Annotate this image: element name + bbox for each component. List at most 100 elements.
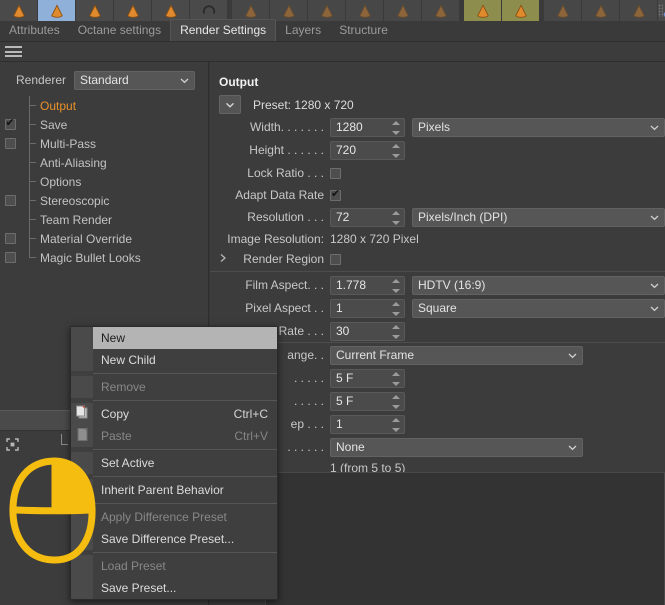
- copy-icon: [75, 405, 90, 423]
- tree-item-checkbox-cell: [0, 233, 20, 244]
- cone-tool-16[interactable]: [620, 0, 658, 21]
- menu-item-new[interactable]: New: [71, 327, 277, 349]
- pixel-aspect-preset-dropdown[interactable]: Square: [412, 298, 665, 318]
- menu-item-paste: Paste Ctrl+V: [71, 425, 277, 447]
- chevron-down-icon: [650, 304, 659, 313]
- cone-tool-6[interactable]: [232, 0, 270, 21]
- tree-item-multi-pass[interactable]: Multi-Pass: [0, 134, 209, 153]
- tree-item-label: Stereoscopic: [40, 193, 110, 208]
- pixel-aspect-stepper[interactable]: [392, 301, 400, 316]
- frame-rate-stepper[interactable]: [392, 324, 400, 339]
- menu-item-copy[interactable]: Copy Ctrl+C: [71, 403, 277, 425]
- height-stepper[interactable]: [392, 143, 400, 158]
- cone-tool-5[interactable]: [152, 0, 190, 21]
- cone-tool-9[interactable]: [346, 0, 384, 21]
- resolution-input[interactable]: 72: [330, 207, 405, 227]
- cone-tool-1[interactable]: [0, 0, 38, 21]
- cone-tool-7[interactable]: [270, 0, 308, 21]
- menu-item-label: Apply Difference Preset: [101, 510, 227, 524]
- cone-tool-15[interactable]: [582, 0, 620, 21]
- tree-item-checkbox[interactable]: [4, 233, 16, 244]
- film-aspect-stepper[interactable]: [392, 278, 400, 293]
- menu-item-save-difference-preset[interactable]: Save Difference Preset...: [71, 528, 277, 550]
- resolution-value: 72: [336, 210, 350, 224]
- resolution-unit-dropdown[interactable]: Pixels/Inch (DPI): [412, 207, 665, 227]
- film-aspect-row: Film Aspect. . . 1.778 HDTV (16:9): [210, 274, 665, 296]
- menu-item-label: Inherit Parent Behavior: [101, 483, 224, 497]
- frame-step-input[interactable]: 1: [330, 414, 405, 434]
- film-aspect-preset-dropdown[interactable]: HDTV (16:9): [412, 275, 665, 295]
- height-input[interactable]: 720: [330, 140, 405, 160]
- resolution-stepper[interactable]: [392, 210, 400, 225]
- cone-tool-8[interactable]: [308, 0, 346, 21]
- menu-item-inherit-parent-behavior[interactable]: ✓ Inherit Parent Behavior: [71, 479, 277, 501]
- cone-tool-4[interactable]: [114, 0, 152, 21]
- render-region-checkbox[interactable]: [330, 253, 341, 265]
- tab-label: Layers: [285, 23, 322, 37]
- frame-rate-input[interactable]: 30: [330, 321, 405, 341]
- film-aspect-value: 1.778: [336, 278, 367, 292]
- adapt-data-rate-checkbox[interactable]: [330, 188, 341, 201]
- hamburger-menu-icon[interactable]: [5, 46, 22, 57]
- tree-item-label: Magic Bullet Looks: [40, 250, 141, 265]
- tab-layers[interactable]: Layers: [276, 20, 330, 41]
- menu-item-set-active[interactable]: Set Active: [71, 452, 277, 474]
- frame-from-stepper[interactable]: [392, 371, 400, 386]
- tab-render-settings[interactable]: Render Settings: [170, 19, 277, 41]
- tree-item-checkbox[interactable]: [4, 117, 16, 130]
- frame-from-value: 5 F: [336, 371, 354, 385]
- width-stepper[interactable]: [392, 120, 400, 135]
- tree-item-magic-bullet-looks[interactable]: Magic Bullet Looks: [0, 248, 209, 267]
- arc-tool[interactable]: [190, 0, 228, 21]
- frame-to-input[interactable]: 5 F: [330, 391, 405, 411]
- tree-item-output[interactable]: Output: [0, 96, 209, 115]
- chevron-right-icon[interactable]: [217, 252, 229, 264]
- width-input[interactable]: 1280: [330, 117, 405, 137]
- film-aspect-input[interactable]: 1.778: [330, 275, 405, 295]
- tab-structure[interactable]: Structure: [330, 20, 397, 41]
- menu-item-load-preset: Load Preset: [71, 555, 277, 577]
- width-unit-dropdown[interactable]: Pixels: [412, 117, 665, 137]
- menu-item-gutter: [71, 349, 93, 371]
- tree-connector: [29, 229, 40, 248]
- tree-item-team-render[interactable]: Team Render: [0, 210, 209, 229]
- cone-tool-14[interactable]: [544, 0, 582, 21]
- tree-item-checkbox[interactable]: [4, 195, 16, 206]
- menu-item-label: Paste: [101, 429, 132, 443]
- tree-item-checkbox[interactable]: [4, 252, 16, 263]
- tree-item-save[interactable]: Save: [0, 115, 209, 134]
- cone-tool-13[interactable]: [502, 0, 540, 21]
- pixel-aspect-input[interactable]: 1: [330, 298, 405, 318]
- menu-item-remove: Remove: [71, 376, 277, 398]
- output-settings-panel: Output Preset: 1280 x 720 Width. . . . .…: [210, 62, 665, 605]
- cone-tool-3[interactable]: [76, 0, 114, 21]
- lock-ratio-row: Lock Ratio . . .: [210, 162, 341, 184]
- menu-item-gutter: [71, 376, 93, 398]
- frame-to-stepper[interactable]: [392, 394, 400, 409]
- cone-tool-11[interactable]: [422, 0, 460, 21]
- frame-step-stepper[interactable]: [392, 417, 400, 432]
- menu-item-save-preset[interactable]: Save Preset...: [71, 577, 277, 599]
- tree-item-material-override[interactable]: Material Override: [0, 229, 209, 248]
- frame-from-input[interactable]: 5 F: [330, 368, 405, 388]
- frame-range-dropdown[interactable]: Current Frame: [330, 345, 583, 365]
- tree-item-stereoscopic[interactable]: Stereoscopic: [0, 191, 209, 210]
- tab-octane-settings[interactable]: Octane settings: [69, 20, 170, 41]
- cone-tool-10[interactable]: [384, 0, 422, 21]
- tab-label: Attributes: [9, 23, 60, 37]
- tree-item-checkbox[interactable]: [4, 138, 16, 149]
- lock-ratio-checkbox[interactable]: [330, 167, 341, 179]
- menu-item-gutter: [71, 452, 93, 474]
- tree-item-anti-aliasing[interactable]: Anti-Aliasing: [0, 153, 209, 172]
- tree-item-options[interactable]: Options: [0, 172, 209, 191]
- renderer-dropdown[interactable]: Standard: [74, 70, 196, 90]
- cone-tool-12[interactable]: [464, 0, 502, 21]
- menu-item-new-child[interactable]: New Child: [71, 349, 277, 371]
- adapt-data-rate-label: Adapt Data Rate: [235, 188, 324, 202]
- cone-tool-2[interactable]: [38, 0, 76, 21]
- fields-dropdown[interactable]: None: [330, 437, 583, 457]
- tree-connector: [29, 134, 40, 153]
- preset-dropdown-button[interactable]: [219, 95, 241, 114]
- tree-connector: [29, 96, 40, 115]
- tab-attributes[interactable]: Attributes: [0, 20, 69, 41]
